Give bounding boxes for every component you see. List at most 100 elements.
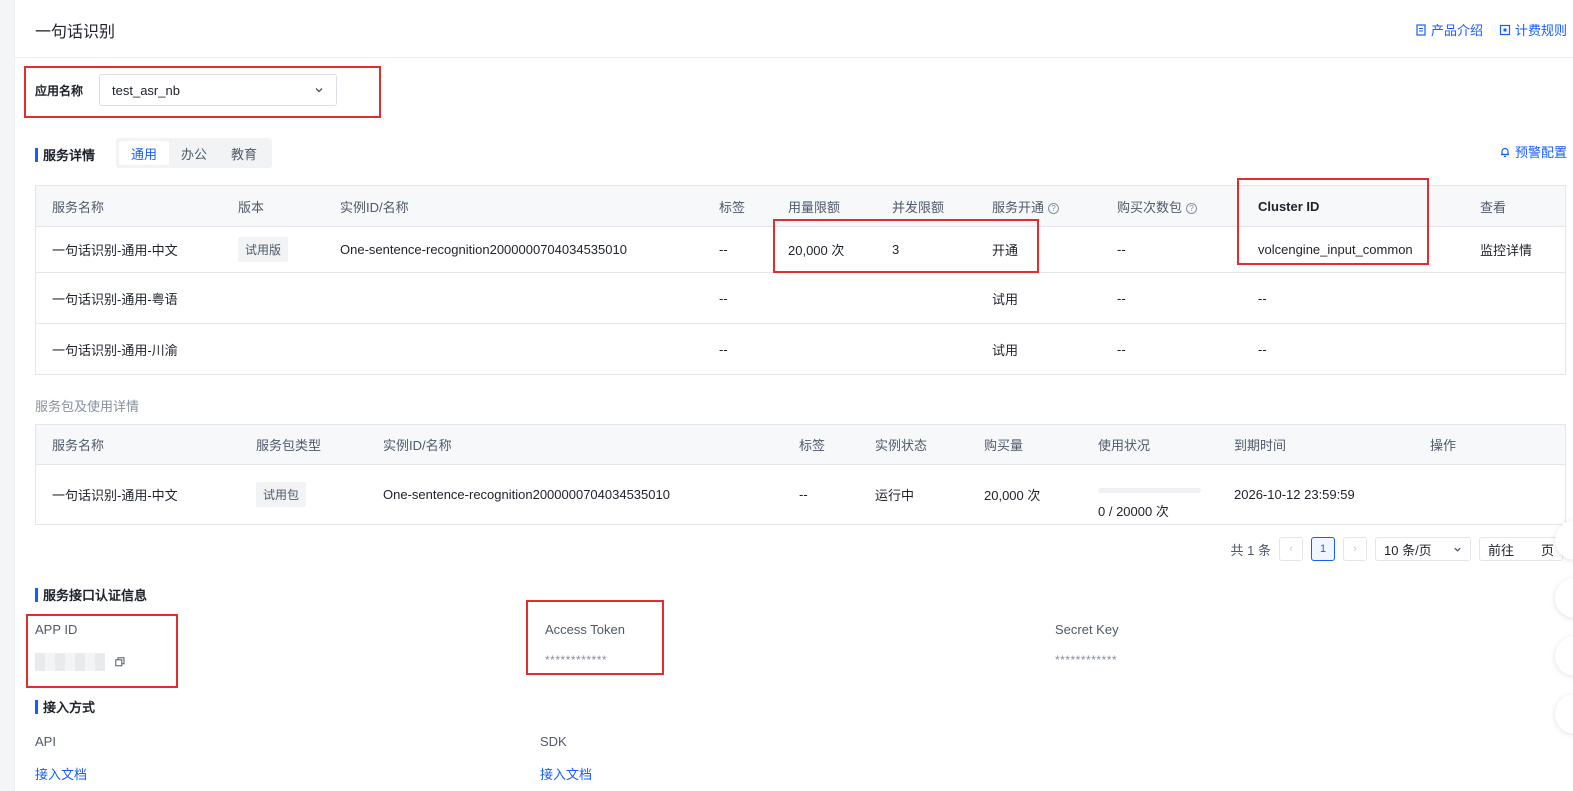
total-count: 共 1 条 — [1230, 542, 1271, 558]
secret-key-label: Secret Key — [1055, 622, 1119, 637]
app-id-value — [35, 653, 125, 671]
access-token-block: Access Token ************ — [545, 622, 625, 667]
header-links: 产品介绍 计费规则 — [1415, 20, 1567, 39]
billing-rules-label: 计费规则 — [1514, 23, 1567, 38]
col-expire-time: 到期时间 — [1234, 438, 1287, 453]
secret-key-value: ************ — [1055, 653, 1118, 667]
usage-progress-bar — [1098, 487, 1201, 493]
table-row: 一句话识别-通用-中文 试用版 One-sentence-recognition… — [36, 227, 1565, 273]
package-cell: -- — [1117, 290, 1126, 306]
jump-suffix: 页 — [1540, 542, 1554, 558]
sdk-label: SDK — [540, 734, 567, 749]
access-token-label: Access Token — [545, 622, 625, 637]
pagination: 共 1 条 ‹ 1 › 10 条/页 前往 页 — [1231, 537, 1563, 561]
package-cell: -- — [1117, 242, 1126, 257]
page-size-select[interactable]: 10 条/页 — [1375, 537, 1471, 561]
app-id-masked-value — [35, 653, 105, 671]
product-intro-link[interactable]: 产品介绍 — [1415, 20, 1483, 39]
copy-icon[interactable] — [114, 657, 125, 667]
table-row: 一句话识别-通用-粤语 -- 试用 -- -- — [36, 273, 1565, 324]
access-section-title: 接入方式 — [35, 697, 95, 716]
col-package: 购买次数包? — [1101, 197, 1242, 216]
cluster-id-cell: volcengine_input_common — [1258, 242, 1413, 257]
api-label: API — [35, 734, 56, 749]
chevron-right-icon: › — [1353, 543, 1357, 555]
col-package-type: 服务包类型 — [256, 438, 322, 453]
tab-education[interactable]: 教育 — [219, 141, 269, 165]
col-tag: 标签 — [719, 199, 746, 215]
col-usage: 使用状况 — [1098, 438, 1151, 453]
chevron-left-icon: ‹ — [1289, 543, 1293, 555]
app-name-value: test_asr_nb — [112, 82, 180, 98]
float-feedback-button[interactable] — [1555, 636, 1573, 676]
service-tabs: 通用 办公 教育 — [116, 138, 273, 168]
api-block: API 接入文档 — [35, 734, 87, 783]
tab-office[interactable]: 办公 — [169, 141, 219, 165]
bell-icon — [1500, 147, 1509, 157]
service-name: 一句话识别-通用-中文 — [52, 243, 178, 258]
instance-id: One-sentence-recognition2000000704034535… — [383, 487, 670, 502]
billing-rules-link[interactable]: 计费规则 — [1499, 20, 1567, 39]
service-table-header: 服务名称 版本 实例ID/名称 标签 用量限额 并发限额 服务开通? 购买次数包… — [36, 186, 1565, 227]
sdk-doc-link[interactable]: 接入文档 — [540, 767, 592, 782]
next-page-button[interactable]: › — [1343, 537, 1367, 561]
page-button-current[interactable]: 1 — [1311, 537, 1335, 561]
page-title: 一句话识别 — [35, 24, 116, 41]
service-name: 一句话识别-通用-中文 — [52, 488, 178, 503]
auth-section-title: 服务接口认证信息 — [35, 585, 147, 604]
page-size-value: 10 条/页 — [1384, 542, 1432, 558]
service-name: 一句话识别-通用-粤语 — [52, 291, 178, 307]
document-icon — [1416, 23, 1426, 36]
purchase-amount: 20,000 次 — [984, 488, 1041, 503]
api-doc-link[interactable]: 接入文档 — [35, 767, 87, 782]
prev-page-button[interactable]: ‹ — [1279, 537, 1303, 561]
product-intro-label: 产品介绍 — [1430, 23, 1483, 38]
sdk-block: SDK 接入文档 — [540, 734, 592, 783]
col-view: 查看 — [1480, 199, 1507, 215]
access-token-value: ************ — [545, 653, 608, 667]
package-type-tag: 试用包 — [256, 482, 307, 507]
tag-cell: -- — [719, 242, 728, 257]
col-activate: 服务开通? — [976, 197, 1101, 216]
expire-time: 2026-10-12 23:59:59 — [1234, 487, 1355, 502]
tag-cell: -- — [719, 341, 728, 357]
secret-key-block: Secret Key ************ — [1055, 622, 1119, 667]
app-name-select[interactable]: test_asr_nb — [99, 74, 338, 106]
page: 一句话识别 产品介绍 计费规则 应用名称 test_asr_nb 服务详情 通用… — [14, 0, 1573, 791]
float-more-button[interactable] — [1555, 694, 1573, 734]
trial-link[interactable]: 试用 — [976, 340, 1101, 359]
alarm-config-link[interactable]: 预警配置 — [1499, 142, 1567, 161]
page-header: 一句话识别 产品介绍 计费规则 — [15, 0, 1573, 58]
quota-cell: 20,000 次 — [788, 243, 845, 258]
package-table: 服务名称 服务包类型 实例ID/名称 标签 实例状态 购买量 使用状况 到期时间… — [35, 424, 1566, 525]
concurrency-cell: 3 — [892, 242, 900, 257]
app-id-block: APP ID — [35, 622, 125, 671]
col-tag: 标签 — [799, 438, 826, 453]
float-support-button[interactable] — [1555, 578, 1573, 618]
package-section-title: 服务包及使用详情 — [35, 399, 140, 414]
billing-icon — [1499, 24, 1511, 35]
help-icon[interactable]: ? — [1186, 202, 1198, 214]
col-operation: 操作 — [1430, 438, 1457, 453]
service-detail-title: 服务详情 — [35, 145, 95, 164]
col-instance: 实例ID/名称 — [340, 199, 409, 215]
cluster-id-cell: -- — [1258, 290, 1267, 306]
package-table-header: 服务名称 服务包类型 实例ID/名称 标签 实例状态 购买量 使用状况 到期时间… — [36, 425, 1565, 465]
app-selector-row: 应用名称 test_asr_nb — [35, 74, 338, 106]
col-instance: 实例ID/名称 — [383, 438, 452, 453]
tab-general[interactable]: 通用 — [119, 141, 170, 165]
package-type-cell: 试用包 — [240, 482, 367, 507]
activate-link[interactable]: 开通 — [976, 240, 1101, 259]
app-id-label: APP ID — [35, 622, 78, 637]
app-name-label: 应用名称 — [35, 83, 84, 98]
trial-link[interactable]: 试用 — [976, 289, 1101, 308]
usage-cell: 0 / 20000 次 — [1082, 470, 1218, 520]
help-icon[interactable]: ? — [1048, 202, 1060, 214]
service-name: 一句话识别-通用-川渝 — [52, 342, 178, 358]
monitor-detail-link[interactable]: 监控详情 — [1464, 240, 1554, 259]
service-table: 服务名称 版本 实例ID/名称 标签 用量限额 并发限额 服务开通? 购买次数包… — [35, 185, 1566, 375]
alarm-config-label: 预警配置 — [1514, 145, 1567, 160]
page-jump-input[interactable]: 前往 页 — [1479, 537, 1563, 561]
col-service-name: 服务名称 — [52, 199, 105, 215]
col-version: 版本 — [238, 199, 265, 215]
